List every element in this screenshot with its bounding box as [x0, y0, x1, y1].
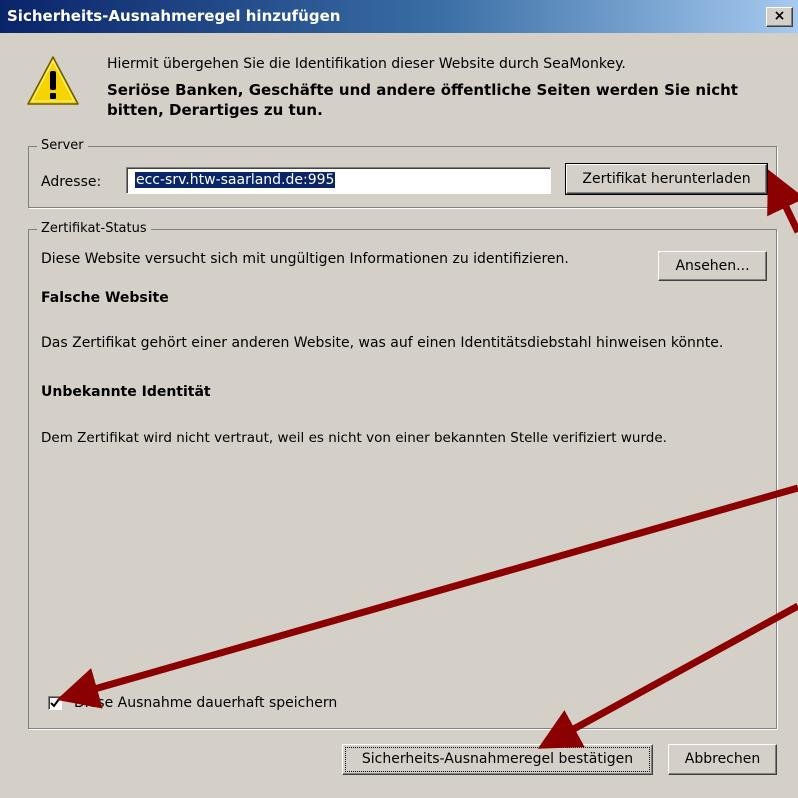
- address-label: Adresse:: [41, 174, 102, 190]
- info-text: Hiermit übergehen Sie die Identifikation…: [107, 56, 626, 72]
- wrong-site-title: Falsche Website: [41, 290, 169, 306]
- server-legend: Server: [37, 138, 88, 153]
- checkmark-icon: [50, 698, 60, 708]
- arrow-to-download-button: [767, 169, 798, 234]
- view-certificate-button[interactable]: Ansehen...: [658, 251, 767, 281]
- cancel-button[interactable]: Abbrechen: [668, 744, 777, 775]
- warning-triangle-icon: [27, 56, 79, 105]
- download-certificate-button[interactable]: Zertifikat herunterladen: [565, 163, 768, 195]
- confirm-exception-button[interactable]: Sicherheits-Ausnahmeregel bestätigen: [342, 744, 653, 775]
- close-icon: ×: [773, 8, 786, 24]
- status-intro: Diese Website versucht sich mit ungültig…: [41, 251, 569, 267]
- permanent-exception-checkbox[interactable]: [48, 696, 62, 710]
- close-button[interactable]: ×: [766, 7, 793, 27]
- permanent-exception-label[interactable]: Diese Ausnahme dauerhaft speichern: [74, 695, 337, 711]
- address-input[interactable]: ecc-srv.htw-saarland.de:995: [126, 167, 551, 194]
- address-value: ecc-srv.htw-saarland.de:995: [135, 172, 336, 188]
- window-title: Sicherheits-Ausnahmeregel hinzufügen: [7, 7, 341, 25]
- title-bar: Sicherheits-Ausnahmeregel hinzufügen ×: [0, 0, 798, 33]
- status-legend: Zertifikat-Status: [37, 221, 151, 236]
- unknown-identity-title: Unbekannte Identität: [41, 384, 211, 400]
- unknown-identity-text: Dem Zertifikat wird nicht vertraut, weil…: [41, 430, 667, 446]
- warning-text: Seriöse Banken, Geschäfte und andere öff…: [107, 81, 738, 119]
- wrong-site-text: Das Zertifikat gehört einer anderen Webs…: [41, 335, 724, 351]
